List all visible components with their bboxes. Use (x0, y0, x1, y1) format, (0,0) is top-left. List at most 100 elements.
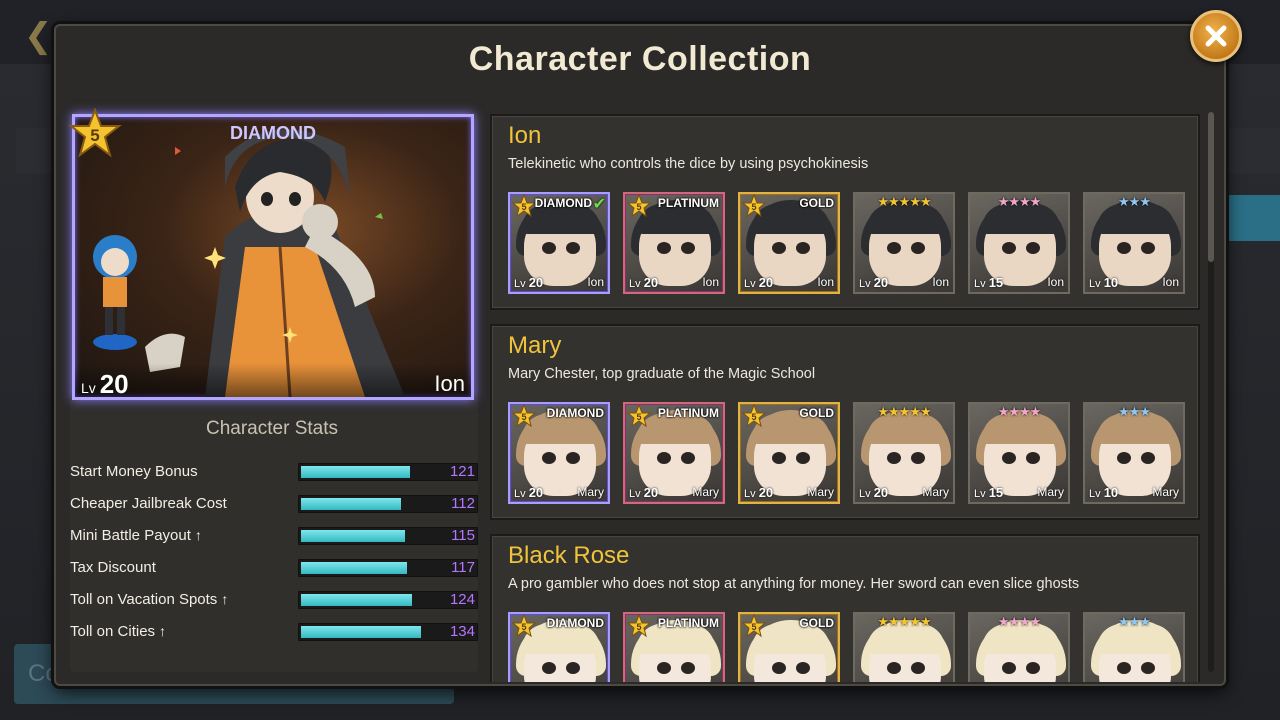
tile-eye (657, 452, 671, 464)
character-description: Mary Chester, top graduate of the Magic … (508, 366, 816, 382)
character-name: Mary (508, 332, 562, 359)
tile-level: Lv 10 (1089, 275, 1118, 290)
scroll-thumb[interactable] (1208, 112, 1214, 262)
tile-level: Lv 20 (514, 275, 543, 290)
star-badge-icon: 5 (627, 194, 651, 218)
tile-eye (887, 662, 901, 674)
tile-eye (1117, 452, 1131, 464)
tile-rank-label: GOLD (799, 406, 834, 420)
stat-value: 134 (449, 623, 475, 640)
tile-eye (1002, 242, 1016, 254)
stat-value: 124 (449, 591, 475, 608)
tile-eye (657, 662, 671, 674)
star-badge-icon: 5 (512, 614, 536, 638)
tile-eye (796, 242, 810, 254)
tile-level-value: 20 (758, 275, 774, 290)
selected-character-portrait: DIAMOND Lv 20 Ion (72, 114, 474, 400)
stat-label: Start Money Bonus (70, 463, 198, 480)
stat-label: Toll on Cities ↑ (70, 623, 166, 640)
tile-eye (1141, 662, 1155, 674)
tile-level-value: 20 (643, 485, 659, 500)
tile-eye (772, 662, 786, 674)
star-badge-number: 5 (751, 202, 756, 212)
tile-eye (1117, 242, 1131, 254)
tile-stars-rating: ★★★★★ (877, 195, 931, 210)
character-tile-normal[interactable]: ★★★★★ Lv 20 Ion (853, 192, 955, 294)
tile-eye (772, 452, 786, 464)
tile-level: Lv 20 (629, 485, 658, 500)
character-tile-normal[interactable]: ★★★★ (968, 612, 1070, 682)
tile-eye (566, 662, 580, 674)
stat-bar: 112 (298, 495, 478, 513)
stat-bar-fill (301, 562, 407, 574)
stat-label-text: Toll on Vacation Spots (70, 591, 218, 608)
character-tile-platinum[interactable]: 5 PLATINUM (623, 612, 725, 682)
tile-character-name: Mary (922, 485, 949, 499)
tile-level-prefix: Lv (974, 278, 989, 290)
stat-label: Mini Battle Payout ↑ (70, 527, 202, 544)
stat-label-text: Cheaper Jailbreak Cost (70, 495, 227, 512)
tile-level: Lv 20 (859, 275, 888, 290)
character-tile-normal[interactable]: ★★★★ Lv 15 Mary (968, 402, 1070, 504)
stat-up-arrow-icon: ↑ (159, 623, 167, 639)
star-badge-number: 5 (751, 622, 756, 632)
tile-rank-label: PLATINUM (657, 196, 719, 210)
star-badge-icon: 5 (627, 614, 651, 638)
tile-level-prefix: Lv (629, 278, 644, 290)
list-scrollbar[interactable] (1208, 112, 1214, 672)
character-tile-platinum[interactable]: 5 PLATINUM Lv 20 Mary (623, 402, 725, 504)
background-tab (1226, 195, 1280, 241)
tile-level: Lv 15 (974, 485, 1003, 500)
tile-level-value: 20 (528, 275, 544, 290)
star-badge-icon: 5 (742, 194, 766, 218)
tile-eye (657, 242, 671, 254)
character-tile-normal[interactable]: ★★★★ Lv 15 Ion (968, 192, 1070, 294)
character-tile-normal[interactable]: ★★★ Lv 10 Ion (1083, 192, 1185, 294)
back-arrow-icon: ❮ (24, 16, 53, 56)
character-card: Black Rose A pro gambler who does not sto… (490, 534, 1200, 682)
character-list[interactable]: Ion Telekinetic who controls the dice by … (490, 114, 1202, 682)
stat-label: Tax Discount (70, 559, 156, 576)
tile-character-name: Mary (692, 485, 719, 499)
tile-eye (887, 242, 901, 254)
tile-level-value: 15 (988, 275, 1004, 290)
tile-character-name: Ion (817, 275, 834, 289)
tile-eye (911, 452, 925, 464)
character-tile-platinum[interactable]: 5 PLATINUM Lv 20 Ion (623, 192, 725, 294)
tile-stars-rating: ★★★★★ (877, 405, 931, 420)
tile-level: Lv 20 (744, 275, 773, 290)
character-tile-diamond[interactable]: 5 DIAMOND (508, 612, 610, 682)
character-tile-normal[interactable]: ★★★ (1083, 612, 1185, 682)
character-tile-gold[interactable]: 5 GOLD (738, 612, 840, 682)
character-card: Ion Telekinetic who controls the dice by … (490, 114, 1200, 310)
tile-eye (681, 452, 695, 464)
tile-level: Lv 20 (859, 485, 888, 500)
tile-eye (1026, 242, 1040, 254)
tile-level-prefix: Lv (974, 488, 989, 500)
character-tile-normal[interactable]: ★★★★★ Lv 20 Mary (853, 402, 955, 504)
character-tile-gold[interactable]: 5 GOLD Lv 20 Ion (738, 192, 840, 294)
tile-rank-label: DIAMOND (546, 406, 604, 420)
stat-label-text: Mini Battle Payout (70, 527, 191, 544)
character-tile-diamond[interactable]: 5 DIAMOND Lv 20 Mary (508, 402, 610, 504)
character-tile-normal[interactable]: ★★★ Lv 10 Mary (1083, 402, 1185, 504)
tile-eye (542, 452, 556, 464)
tile-level-value: 20 (528, 485, 544, 500)
tile-level-value: 20 (758, 485, 774, 500)
stat-label-text: Start Money Bonus (70, 463, 198, 480)
stat-bar: 117 (298, 559, 478, 577)
character-tile-normal[interactable]: ★★★★★ (853, 612, 955, 682)
checkmark-icon: ✔ (592, 194, 606, 213)
star-badge-icon: 5 (742, 404, 766, 428)
portrait-rank-label: DIAMOND (230, 123, 316, 143)
character-tile-diamond[interactable]: 5 DIAMOND ✔ Lv 20 Ion (508, 192, 610, 294)
star-badge-icon: 5 (627, 404, 651, 428)
tile-character-name: Mary (577, 485, 604, 499)
tile-level-prefix: Lv (1089, 278, 1104, 290)
tile-level-prefix: Lv (744, 488, 759, 500)
character-tile-gold[interactable]: 5 GOLD Lv 20 Mary (738, 402, 840, 504)
stat-row: Cheaper Jailbreak Cost 112 (70, 493, 478, 517)
close-button[interactable] (1190, 10, 1242, 62)
tile-eye (887, 452, 901, 464)
star-badge-number: 5 (636, 202, 641, 212)
